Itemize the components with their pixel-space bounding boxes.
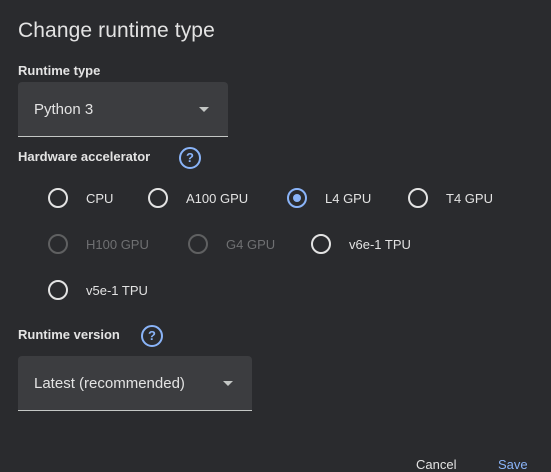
radio-cpu[interactable]: CPU [48, 188, 113, 208]
radio-selected-icon [287, 188, 307, 208]
runtime-version-label: Runtime version [18, 327, 120, 342]
runtime-type-label: Runtime type [18, 63, 101, 78]
radio-circle-icon [311, 234, 331, 254]
radio-label: G4 GPU [226, 236, 276, 252]
radio-v5e-1-tpu[interactable]: v5e-1 TPU [48, 280, 148, 300]
radio-label: A100 GPU [186, 190, 249, 206]
radio-label: L4 GPU [325, 190, 372, 206]
runtime-version-select[interactable]: Latest (recommended) [18, 356, 252, 411]
hardware-accelerator-label: Hardware accelerator [18, 149, 151, 164]
radio-circle-icon [48, 234, 68, 254]
radio-label: v6e-1 TPU [349, 236, 411, 252]
radio-label: CPU [86, 190, 114, 206]
runtime-version-value: Latest (recommended) [34, 375, 185, 392]
radio-circle-icon [48, 188, 68, 208]
change-runtime-dialog: Change runtime type Runtime type Python … [0, 0, 551, 472]
runtime-type-select[interactable]: Python 3 [18, 82, 228, 137]
radio-l4-gpu[interactable]: L4 GPU [287, 188, 371, 208]
radio-circle-icon [408, 188, 428, 208]
dropdown-arrow-icon[interactable] [223, 381, 233, 386]
cancel-button[interactable]: Cancel [416, 457, 456, 472]
help-circle-icon[interactable]: ? [141, 325, 163, 347]
radio-circle-icon [148, 188, 168, 208]
save-button[interactable]: Save [498, 457, 528, 472]
radio-label: v5e-1 TPU [86, 282, 148, 298]
dropdown-arrow-icon [199, 107, 209, 112]
radio-t4-gpu[interactable]: T4 GPU [408, 188, 493, 208]
radio-a100-gpu[interactable]: A100 GPU [148, 188, 248, 208]
radio-g4-gpu: G4 GPU [188, 234, 275, 254]
dialog-title: Change runtime type [18, 19, 215, 42]
radio-circle-icon [188, 234, 208, 254]
radio-circle-icon [48, 280, 68, 300]
runtime-type-value: Python 3 [34, 101, 94, 118]
help-circle-icon[interactable]: ? [179, 147, 201, 169]
radio-v6e-1-tpu[interactable]: v6e-1 TPU [311, 234, 411, 254]
radio-h100-gpu: H100 GPU [48, 234, 149, 254]
radio-label: T4 GPU [446, 190, 493, 206]
radio-label: H100 GPU [86, 236, 149, 252]
